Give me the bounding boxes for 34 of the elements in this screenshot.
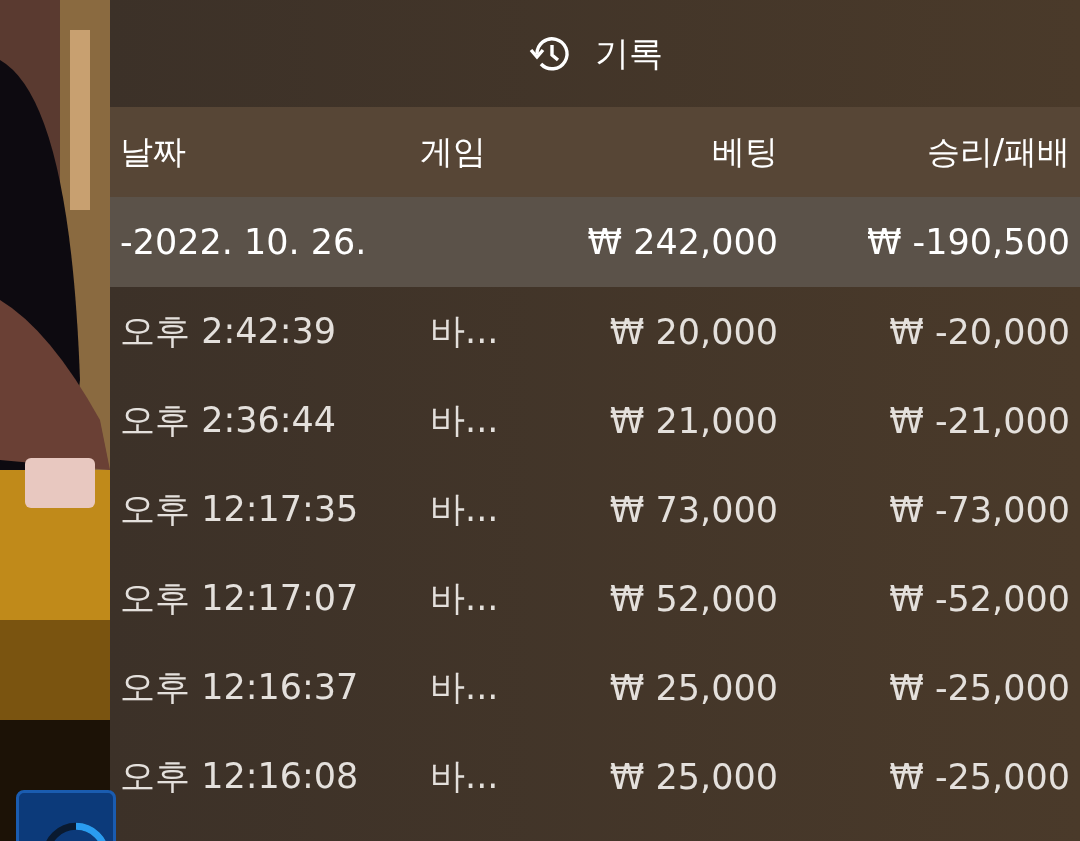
table-cell-text: ₩ 73,000 bbox=[608, 489, 778, 530]
table-cell-text: 바... bbox=[429, 577, 500, 620]
table-cell-text: 오후 2:36:44 bbox=[120, 399, 338, 442]
column-header: 베팅 bbox=[711, 130, 778, 173]
date-group-row[interactable]: -2022. 10. 26. ₩ 242,000 ₩ -190,500 bbox=[110, 197, 1080, 287]
table-cell-text: ₩ -73,000 bbox=[888, 489, 1070, 530]
table-cell-text: ₩ 21,000 bbox=[608, 400, 778, 441]
table-cell-text: 오후 12:17:35 bbox=[120, 488, 360, 531]
timer-button[interactable] bbox=[16, 790, 116, 841]
column-header: 게임 bbox=[420, 130, 487, 173]
table-cell-text: 오후 12:16:08 bbox=[120, 755, 360, 798]
panel-title: 기록 bbox=[595, 31, 663, 75]
column-header: 승리/패배 bbox=[925, 130, 1070, 173]
table-cell-text: ₩ 20,000 bbox=[608, 311, 778, 352]
table-cell-text: ₩ -21,000 bbox=[888, 400, 1070, 441]
group-bet-total: ₩ 242,000 bbox=[586, 222, 778, 262]
table-cell-text: 바... bbox=[429, 310, 500, 353]
table-cell-text: ₩ -52,000 bbox=[888, 578, 1070, 619]
table-cell-text: ₩ 52,000 bbox=[608, 578, 778, 619]
table-cell-text: 바... bbox=[429, 666, 500, 709]
table-cell-text: 바... bbox=[429, 488, 500, 531]
table-cell-text: 바... bbox=[429, 399, 500, 442]
table-cell-text: ₩ 25,000 bbox=[608, 667, 778, 708]
table-cell-text: 바... bbox=[429, 755, 500, 798]
table-cell-text: ₩ -25,000 bbox=[888, 756, 1070, 797]
table-cell-text: ₩ -20,000 bbox=[888, 311, 1070, 352]
table-cell-text: 오후 2:42:39 bbox=[120, 310, 338, 353]
table-cell-text: 오후 12:17:07 bbox=[120, 577, 360, 620]
table-cell-text: 오후 12:16:37 bbox=[120, 666, 360, 709]
group-date: -2022. 10. 26. bbox=[120, 222, 368, 262]
table-cell-text: ₩ 25,000 bbox=[608, 756, 778, 797]
table-cell-text: ₩ -25,000 bbox=[888, 667, 1070, 708]
column-header: 날짜 bbox=[120, 130, 187, 173]
group-result-total: ₩ -190,500 bbox=[865, 222, 1070, 262]
